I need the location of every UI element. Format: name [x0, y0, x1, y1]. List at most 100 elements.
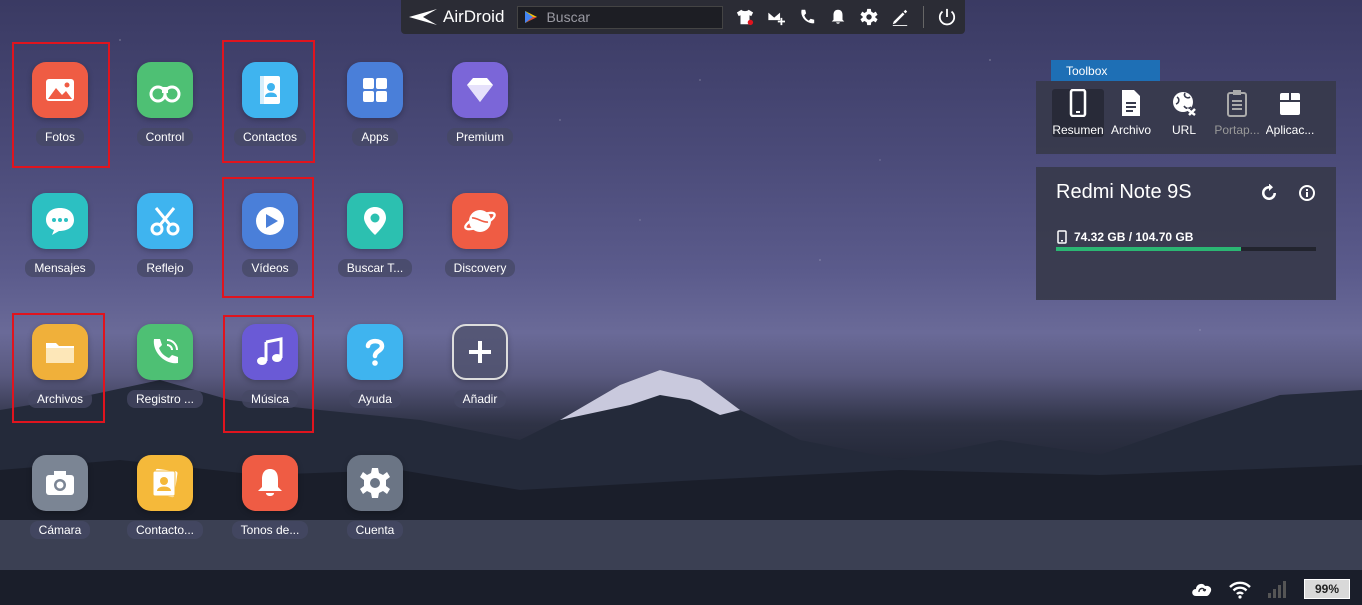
app-label: Ayuda: [349, 390, 401, 408]
brand-name: AirDroid: [443, 7, 505, 26]
app-ayuda[interactable]: Ayuda: [327, 302, 423, 412]
app-label: Cuenta: [346, 521, 404, 539]
app-buscar-t[interactable]: Buscar T...: [327, 171, 423, 281]
app-contactos[interactable]: Contactos: [222, 40, 318, 150]
app-control[interactable]: Control: [117, 40, 213, 150]
tool-label: Archivo: [1110, 123, 1151, 137]
play-icon: [242, 193, 298, 249]
battery-level: 99%: [1303, 579, 1350, 599]
app-reflejo[interactable]: Reflejo: [117, 171, 213, 281]
scissors-icon: [137, 193, 193, 249]
toolbox-panel: Resumen Archivo URL Portap... Aplicac...: [1036, 81, 1336, 154]
settings-button[interactable]: [859, 7, 879, 27]
gear-icon: [860, 8, 878, 26]
tool-label: URL: [1171, 123, 1196, 137]
app-cuenta[interactable]: Cuenta: [327, 433, 423, 543]
app-label: Premium: [446, 128, 513, 146]
apps-grid-icon: [347, 62, 403, 118]
call-button[interactable]: [797, 7, 817, 27]
refresh-icon[interactable]: [1260, 184, 1278, 202]
app-box-icon: [1280, 93, 1300, 115]
app-registro[interactable]: Registro ...: [117, 302, 213, 412]
airdroid-logo[interactable]: AirDroid: [409, 7, 517, 27]
tool-archivo[interactable]: Archivo: [1105, 89, 1157, 137]
app-label: Contactos: [233, 128, 307, 146]
play-store-icon: [525, 11, 538, 23]
storage-bar-fill: [1056, 247, 1241, 251]
app-discovery[interactable]: Discovery: [432, 171, 528, 281]
camera-icon: [32, 455, 88, 511]
phone-storage-icon: [1057, 230, 1067, 244]
app-archivos[interactable]: Archivos: [12, 302, 108, 412]
info-icon[interactable]: [1298, 184, 1316, 202]
clipboard-icon: [1227, 90, 1247, 117]
contact-card-icon: [137, 455, 193, 511]
app-label: Tonos de...: [231, 521, 309, 539]
tool-url[interactable]: URL: [1158, 89, 1210, 137]
app-música[interactable]: Música: [222, 302, 318, 412]
app-label: Control: [136, 128, 194, 146]
app-premium[interactable]: Premium: [432, 40, 528, 150]
app-label: Discovery: [444, 259, 516, 277]
globe-link-icon: [1173, 92, 1196, 116]
app-label: Cámara: [29, 521, 91, 539]
binoculars-icon: [137, 62, 193, 118]
tool-resumen[interactable]: Resumen: [1052, 89, 1104, 137]
tool-portapapeles[interactable]: Portap...: [1211, 89, 1263, 137]
app-contacto[interactable]: Contacto...: [117, 433, 213, 543]
cloud-sync-icon[interactable]: [1190, 579, 1214, 599]
app-label: Reflejo: [137, 259, 193, 277]
search-box[interactable]: [517, 5, 723, 29]
bell-icon: [242, 455, 298, 511]
folder-icon: [32, 324, 88, 380]
phone-icon: [801, 9, 815, 24]
compose-message-button[interactable]: [766, 7, 786, 27]
file-icon: [1122, 90, 1140, 116]
app-label: Fotos: [35, 128, 84, 146]
app-cámara[interactable]: Cámara: [12, 433, 108, 543]
device-card: Redmi Note 9S 74.32 GB / 104.70 GB: [1036, 167, 1336, 300]
app-label: Registro ...: [126, 390, 204, 408]
app-label: Música: [241, 390, 298, 408]
contacts-icon: [242, 62, 298, 118]
app-label: Añadir: [453, 390, 507, 408]
pencil-icon: [892, 9, 908, 26]
phone-icon: [1069, 89, 1087, 117]
message-icon: [32, 193, 88, 249]
power-icon: [938, 8, 956, 26]
phone-call-icon: [137, 324, 193, 380]
app-tonos-de[interactable]: Tonos de...: [222, 433, 318, 543]
tool-label: Aplicac...: [1265, 123, 1315, 137]
logout-button[interactable]: [937, 7, 957, 27]
app-apps[interactable]: Apps: [327, 40, 423, 150]
photos-icon: [32, 62, 88, 118]
location-pin-icon: [347, 193, 403, 249]
app-mensajes[interactable]: Mensajes: [12, 171, 108, 281]
wifi-icon: [1229, 581, 1251, 599]
toolbox-tab[interactable]: Toolbox: [1051, 60, 1160, 81]
app-label: Buscar T...: [337, 259, 413, 277]
search-input[interactable]: [546, 9, 717, 25]
storage-info: 74.32 GB / 104.70 GB: [1056, 230, 1316, 244]
edit-button[interactable]: [890, 7, 910, 27]
tool-label: Portap...: [1214, 123, 1260, 137]
app-añadir[interactable]: Añadir: [432, 302, 528, 412]
app-label: Mensajes: [25, 259, 95, 277]
status-bar: 99%: [1190, 579, 1350, 599]
music-note-icon: [242, 324, 298, 380]
app-vídeos[interactable]: Vídeos: [222, 171, 318, 281]
airdroid-logo-icon: [409, 9, 437, 25]
app-fotos[interactable]: Fotos: [12, 40, 108, 150]
tool-label: Resumen: [1052, 123, 1104, 137]
signal-icon: [1267, 581, 1286, 598]
tool-aplicaciones[interactable]: Aplicac...: [1264, 89, 1316, 137]
tshirt-icon: [736, 9, 754, 26]
storage-bar: [1056, 247, 1316, 251]
app-label: Archivos: [27, 390, 92, 408]
top-bar: AirDroid: [401, 0, 965, 34]
gear-icon: [347, 455, 403, 511]
theme-shirt-button[interactable]: [735, 7, 755, 27]
diamond-icon: [452, 62, 508, 118]
toolbar-divider: [923, 6, 924, 28]
notifications-button[interactable]: [828, 7, 848, 27]
